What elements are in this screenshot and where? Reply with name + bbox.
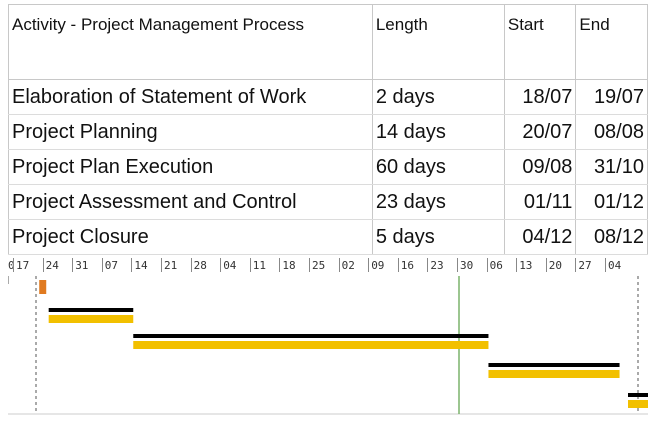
- timescale-separator: [427, 258, 429, 272]
- task-progress-bar: [133, 341, 489, 349]
- timescale-label: 17: [16, 259, 30, 272]
- task-length[interactable]: 23 days: [371, 184, 505, 220]
- task-name[interactable]: Project Assessment and Control: [8, 184, 373, 220]
- timescale-separator: [516, 258, 518, 272]
- task-length[interactable]: 5 days: [371, 219, 505, 255]
- timescale-label: 02: [341, 259, 355, 272]
- timescale-separator: [101, 258, 103, 272]
- timescale-label: 16: [400, 259, 415, 272]
- table-row[interactable]: Project Plan Execution 60 days 09/08 31/…: [8, 149, 648, 185]
- task-progress-bar: [48, 315, 134, 323]
- task-end[interactable]: 31/10: [575, 149, 648, 185]
- timescale-label: 14: [134, 259, 148, 272]
- task-baseline-bar: [133, 334, 489, 338]
- timescale-separator: [13, 258, 14, 272]
- task-start[interactable]: 20/07: [503, 114, 577, 150]
- timescale-separator: [368, 258, 370, 272]
- task-bar-milestone: [39, 280, 47, 294]
- task-start[interactable]: 09/08: [503, 149, 577, 185]
- timescale-label: 23: [430, 259, 444, 272]
- task-name[interactable]: Elaboration of Statement of Work: [8, 79, 373, 115]
- task-length[interactable]: 2 days: [371, 79, 505, 115]
- timescale-separator: [220, 258, 222, 272]
- timescale-separator: [457, 258, 458, 272]
- timescale-label: 11: [252, 259, 267, 272]
- task-baseline-bar: [488, 363, 620, 367]
- task-start[interactable]: 04/12: [503, 219, 577, 255]
- header-end[interactable]: End: [575, 4, 648, 80]
- task-start[interactable]: 01/11: [503, 184, 577, 220]
- task-end[interactable]: 08/08: [575, 114, 648, 150]
- task-length[interactable]: 60 days: [371, 149, 505, 185]
- gantt-canvas: [8, 276, 648, 415]
- timescale-separator: [486, 258, 488, 272]
- task-name[interactable]: Project Closure: [8, 219, 373, 255]
- timescale-separator: [249, 258, 251, 272]
- timescale-label: 09: [371, 259, 385, 272]
- task-baseline-bar: [628, 393, 648, 397]
- task-name[interactable]: Project Planning: [8, 114, 373, 150]
- timescale-separator: [545, 258, 547, 272]
- header-start[interactable]: Start: [503, 4, 577, 80]
- timescale-label: 30: [460, 259, 474, 272]
- timescale-label: 07: [104, 259, 119, 272]
- task-start[interactable]: 18/07: [503, 79, 577, 115]
- timescale-label: 27: [578, 259, 592, 272]
- timescale-label: 31: [75, 259, 89, 272]
- timescale-label: 18: [282, 259, 296, 272]
- table-row[interactable]: Project Planning 14 days 20/07 08/08: [8, 114, 648, 150]
- task-end[interactable]: 01/12: [575, 184, 648, 220]
- table-row[interactable]: Project Assessment and Control 23 days 0…: [8, 184, 648, 220]
- task-table: Activity - Project Management Process Le…: [8, 4, 648, 255]
- timescale-label: 28: [193, 259, 207, 272]
- task-progress-bar: [488, 370, 620, 378]
- timescale-label: 24: [45, 259, 59, 272]
- timescale-separator: [605, 258, 606, 272]
- timescale-separator: [42, 258, 44, 272]
- timescale-separator: [72, 258, 74, 272]
- timescale-separator: [161, 258, 162, 272]
- timescale-label: 06: [489, 259, 503, 272]
- table-header-row: Activity - Project Management Process Le…: [8, 4, 648, 80]
- timescale-separator: [338, 258, 340, 272]
- timescale-separator: [279, 258, 281, 272]
- timescale-separator: [397, 258, 399, 272]
- task-end[interactable]: 08/12: [575, 219, 648, 255]
- gantt-timescale: 0 17 24 31 07 14 21 28 04 11 18 25 02 09 16 23 30 06 13 20 2…: [8, 256, 648, 276]
- gantt-chart: [8, 276, 648, 416]
- timescale-label: 25: [312, 259, 326, 272]
- timescale-separator: [309, 258, 310, 272]
- timescale-label: 04: [223, 259, 237, 272]
- task-progress-bar: [628, 400, 648, 408]
- task-name[interactable]: Project Plan Execution: [8, 149, 373, 185]
- table-row[interactable]: Elaboration of Statement of Work 2 days …: [8, 79, 648, 115]
- timescale-label: 20: [548, 259, 563, 272]
- timescale-separator: [190, 258, 192, 272]
- header-activity[interactable]: Activity - Project Management Process: [8, 4, 373, 80]
- timescale-separator: [131, 258, 133, 272]
- task-baseline-bar: [48, 308, 134, 312]
- timescale-separator: [575, 258, 577, 272]
- timescale-label: 04: [608, 259, 622, 272]
- task-end[interactable]: 19/07: [575, 79, 648, 115]
- timescale-label: 21: [164, 259, 178, 272]
- timescale-label: 13: [519, 259, 533, 272]
- table-row[interactable]: Project Closure 5 days 04/12 08/12: [8, 219, 648, 255]
- header-length[interactable]: Length: [371, 4, 505, 80]
- task-length[interactable]: 14 days: [371, 114, 505, 150]
